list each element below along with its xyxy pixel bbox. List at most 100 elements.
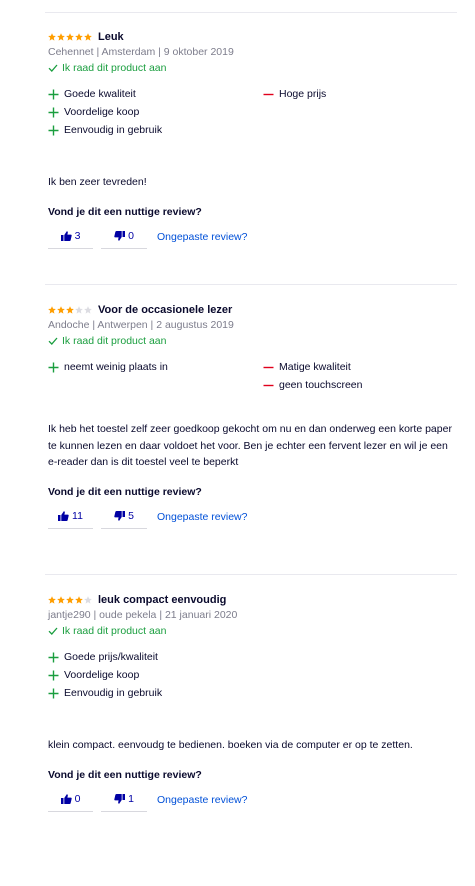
- thumbs-up-button[interactable]: 11: [48, 505, 93, 529]
- thumbs-down-count: 5: [128, 510, 134, 522]
- star-filled-icon: [66, 596, 74, 604]
- pros-cons: Goede prijs/kwaliteit Voordelige koop Ee…: [48, 649, 458, 703]
- thumbs-down-icon: [114, 231, 126, 241]
- vote-row: 3 0 Ongepaste review?: [48, 225, 458, 249]
- star-filled-icon: [66, 33, 74, 41]
- pros-list: Goede prijs/kwaliteit Voordelige koop Ee…: [48, 649, 263, 703]
- recommend-text: Ik raad dit product aan: [62, 335, 167, 347]
- thumbs-down-icon: [114, 794, 126, 804]
- pro-item: Goede prijs/kwaliteit: [48, 649, 263, 665]
- pro-item: Eenvoudig in gebruik: [48, 685, 263, 701]
- recommend-line: Ik raad dit product aan: [48, 334, 458, 348]
- helpful-question: Vond je dit een nuttige review?: [48, 485, 202, 498]
- star-filled-icon: [48, 596, 56, 604]
- review-card: Voor de occasionele lezer Andoche | Antw…: [48, 303, 458, 529]
- report-review-link[interactable]: Ongepaste review?: [157, 231, 247, 243]
- review-divider: [45, 574, 457, 575]
- recommend-line: Ik raad dit product aan: [48, 61, 458, 75]
- vote-row: 11 5 Ongepaste review?: [48, 505, 458, 529]
- check-icon: [48, 336, 58, 346]
- review-title: leuk compact eenvoudig: [98, 594, 227, 606]
- cons-list: Hoge prijs: [263, 86, 453, 140]
- review-header: leuk compact eenvoudig: [48, 593, 458, 607]
- review-body: Ik ben zeer tevreden!: [48, 176, 147, 188]
- helpful-question: Vond je dit een nuttige review?: [48, 768, 202, 781]
- star-rating: [48, 33, 93, 41]
- review-header: Voor de occasionele lezer: [48, 303, 458, 317]
- review-body: klein compact. eenvoudg te bedienen. boe…: [48, 739, 413, 751]
- review-divider: [45, 284, 457, 285]
- star-filled-icon: [48, 33, 56, 41]
- pro-item: neemt weinig plaats in: [48, 359, 263, 375]
- thumbs-down-button[interactable]: 5: [101, 505, 147, 529]
- pros-cons: Goede kwaliteit Voordelige koop Eenvoudi…: [48, 86, 458, 140]
- plus-icon: [46, 688, 60, 699]
- review-header: Leuk: [48, 30, 458, 44]
- top-divider: [45, 12, 457, 13]
- plus-icon: [46, 107, 60, 118]
- pro-item: Voordelige koop: [48, 104, 263, 120]
- thumbs-down-button[interactable]: 0: [101, 225, 147, 249]
- thumbs-up-icon: [58, 511, 69, 521]
- star-empty-icon: [84, 596, 92, 604]
- thumbs-up-count: 3: [74, 230, 81, 242]
- star-filled-icon: [75, 33, 83, 41]
- plus-icon: [46, 362, 60, 373]
- con-item: Hoge prijs: [263, 86, 453, 102]
- recommend-text: Ik raad dit product aan: [62, 625, 167, 637]
- minus-icon: [261, 380, 275, 391]
- star-empty-icon: [75, 306, 83, 314]
- thumbs-up-button[interactable]: 3: [48, 225, 93, 249]
- thumbs-up-count: 0: [74, 793, 81, 805]
- recommend-text: Ik raad dit product aan: [62, 62, 167, 74]
- pros-list: neemt weinig plaats in: [48, 359, 263, 395]
- review-title: Leuk: [98, 31, 124, 43]
- review-card: Leuk Cehennet | Amsterdam | 9 oktober 20…: [48, 30, 458, 249]
- star-empty-icon: [84, 306, 92, 314]
- plus-icon: [46, 670, 60, 681]
- pros-cons: neemt weinig plaats in Matige kwaliteit …: [48, 359, 458, 395]
- pro-item: Goede kwaliteit: [48, 86, 263, 102]
- star-rating: [48, 596, 93, 604]
- star-filled-icon: [75, 596, 83, 604]
- report-review-link[interactable]: Ongepaste review?: [157, 511, 247, 523]
- pros-list: Goede kwaliteit Voordelige koop Eenvoudi…: [48, 86, 263, 140]
- star-filled-icon: [66, 306, 74, 314]
- cons-list: Matige kwaliteit geen touchscreen: [263, 359, 453, 395]
- star-filled-icon: [57, 596, 65, 604]
- review-title: Voor de occasionele lezer: [98, 304, 233, 316]
- review-body: Ik heb het toestel zelf zeer goedkoop ge…: [48, 423, 452, 468]
- review-meta: Cehennet | Amsterdam | 9 oktober 2019: [48, 46, 234, 58]
- star-filled-icon: [57, 33, 65, 41]
- check-icon: [48, 63, 58, 73]
- thumbs-up-icon: [60, 794, 72, 804]
- thumbs-up-button[interactable]: 0: [48, 788, 93, 812]
- helpful-question: Vond je dit een nuttige review?: [48, 205, 202, 218]
- thumbs-up-icon: [60, 231, 72, 241]
- minus-icon: [261, 89, 275, 100]
- review-card: leuk compact eenvoudig jantje290 | oude …: [48, 593, 458, 812]
- plus-icon: [46, 89, 60, 100]
- pro-item: Eenvoudig in gebruik: [48, 122, 263, 138]
- thumbs-down-count: 1: [128, 793, 134, 805]
- vote-row: 0 1 Ongepaste review?: [48, 788, 458, 812]
- recommend-line: Ik raad dit product aan: [48, 624, 458, 638]
- con-item: geen touchscreen: [263, 377, 453, 393]
- thumbs-down-button[interactable]: 1: [101, 788, 147, 812]
- con-item: Matige kwaliteit: [263, 359, 453, 375]
- plus-icon: [46, 125, 60, 136]
- check-icon: [48, 626, 58, 636]
- star-rating: [48, 306, 93, 314]
- star-filled-icon: [48, 306, 56, 314]
- plus-icon: [46, 652, 60, 663]
- report-review-link[interactable]: Ongepaste review?: [157, 794, 247, 806]
- minus-icon: [261, 362, 275, 373]
- thumbs-down-count: 0: [128, 230, 134, 242]
- pro-item: Voordelige koop: [48, 667, 263, 683]
- review-meta: Andoche | Antwerpen | 2 augustus 2019: [48, 319, 234, 331]
- review-meta: jantje290 | oude pekela | 21 januari 202…: [48, 609, 238, 621]
- thumbs-up-count: 11: [72, 510, 83, 522]
- star-filled-icon: [84, 33, 92, 41]
- thumbs-down-icon: [114, 511, 126, 521]
- star-filled-icon: [57, 306, 65, 314]
